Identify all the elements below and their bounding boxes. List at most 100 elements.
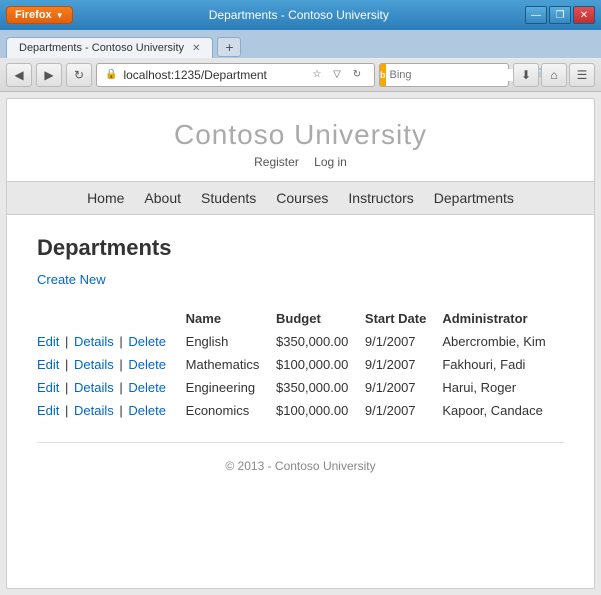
dept-admin-cell: Fakhouri, Fadi bbox=[442, 353, 564, 376]
dept-budget-cell: $100,000.00 bbox=[276, 353, 365, 376]
edit-link[interactable]: Edit bbox=[37, 403, 59, 418]
reload-icon[interactable]: ↻ bbox=[348, 66, 366, 84]
col-actions bbox=[37, 307, 186, 330]
dept-startdate-cell: 9/1/2007 bbox=[365, 353, 442, 376]
dept-budget-cell: $100,000.00 bbox=[276, 399, 365, 422]
register-link[interactable]: Register bbox=[254, 155, 299, 169]
edit-link[interactable]: Edit bbox=[37, 357, 59, 372]
details-link[interactable]: Details bbox=[74, 380, 114, 395]
separator: | bbox=[61, 357, 72, 372]
dept-startdate-cell: 9/1/2007 bbox=[365, 330, 442, 353]
separator: | bbox=[116, 334, 127, 349]
dept-admin-cell: Abercrombie, Kim bbox=[442, 330, 564, 353]
separator: | bbox=[61, 334, 72, 349]
action-cell: Edit | Details | Delete bbox=[37, 399, 186, 422]
edit-link[interactable]: Edit bbox=[37, 334, 59, 349]
new-tab-button[interactable]: + bbox=[217, 37, 241, 57]
separator: | bbox=[61, 403, 72, 418]
back-button[interactable]: ◀ bbox=[6, 63, 32, 87]
dept-name-cell: English bbox=[186, 330, 276, 353]
table-row: Edit | Details | DeleteEnglish$350,000.0… bbox=[37, 330, 564, 353]
table-row: Edit | Details | DeleteMathematics$100,0… bbox=[37, 353, 564, 376]
dept-budget-cell: $350,000.00 bbox=[276, 376, 365, 399]
page-footer: © 2013 - Contoso University bbox=[37, 442, 564, 485]
refresh-button[interactable]: ↻ bbox=[66, 63, 92, 87]
nav-students[interactable]: Students bbox=[201, 190, 256, 206]
browser-window: Firefox Departments - Contoso University… bbox=[0, 0, 601, 595]
university-title: Contoso University bbox=[7, 119, 594, 151]
delete-link[interactable]: Delete bbox=[128, 403, 166, 418]
nav-departments[interactable]: Departments bbox=[434, 190, 514, 206]
table-header-row: Name Budget Start Date Administrator bbox=[37, 307, 564, 330]
delete-link[interactable]: Delete bbox=[128, 334, 166, 349]
dept-budget-cell: $350,000.00 bbox=[276, 330, 365, 353]
download-button[interactable]: ⬇ bbox=[513, 63, 539, 87]
dept-name-cell: Economics bbox=[186, 399, 276, 422]
address-actions: ☆ ▽ ↻ bbox=[308, 66, 366, 84]
restore-button[interactable]: ❐ bbox=[549, 6, 571, 24]
dept-name-cell: Engineering bbox=[186, 376, 276, 399]
dept-startdate-cell: 9/1/2007 bbox=[365, 376, 442, 399]
login-link[interactable]: Log in bbox=[314, 155, 347, 169]
details-link[interactable]: Details bbox=[74, 334, 114, 349]
address-text: localhost:1235/Department bbox=[123, 68, 302, 82]
delete-link[interactable]: Delete bbox=[128, 357, 166, 372]
nav-about[interactable]: About bbox=[144, 190, 181, 206]
separator: | bbox=[61, 380, 72, 395]
page-title: Departments bbox=[37, 235, 564, 261]
details-link[interactable]: Details bbox=[74, 403, 114, 418]
tab-label: Departments - Contoso University bbox=[19, 42, 184, 54]
action-cell: Edit | Details | Delete bbox=[37, 376, 186, 399]
nav-right-buttons: ⬇ ⌂ ☰ bbox=[513, 63, 595, 87]
nav-home[interactable]: Home bbox=[87, 190, 124, 206]
page-content: Contoso University Register Log in Home … bbox=[6, 98, 595, 589]
nav-courses[interactable]: Courses bbox=[276, 190, 328, 206]
titlebar: Firefox Departments - Contoso University… bbox=[0, 0, 601, 30]
col-name: Name bbox=[186, 307, 276, 330]
close-button[interactable]: ✕ bbox=[573, 6, 595, 24]
nav-container: Home About Students Courses Instructors … bbox=[7, 181, 594, 215]
col-budget: Budget bbox=[276, 307, 365, 330]
separator: | bbox=[116, 403, 127, 418]
table-row: Edit | Details | DeleteEconomics$100,000… bbox=[37, 399, 564, 422]
window-title: Departments - Contoso University bbox=[79, 8, 519, 22]
address-bar[interactable]: 🔒 localhost:1235/Department ☆ ▽ ↻ bbox=[96, 63, 375, 87]
bookmark-icon[interactable]: ☆ bbox=[308, 66, 326, 84]
details-link[interactable]: Details bbox=[74, 357, 114, 372]
bookmark-down-icon[interactable]: ▽ bbox=[328, 66, 346, 84]
navigation-bar: ◀ ▶ ↻ 🔒 localhost:1235/Department ☆ ▽ ↻ … bbox=[0, 58, 601, 92]
tabbar: Departments - Contoso University ✕ + bbox=[0, 30, 601, 58]
search-bar[interactable]: Register b 🔍 bbox=[379, 63, 509, 87]
menu-button[interactable]: ☰ bbox=[569, 63, 595, 87]
window-controls: — ❐ ✕ bbox=[525, 6, 595, 24]
edit-link[interactable]: Edit bbox=[37, 380, 59, 395]
forward-button[interactable]: ▶ bbox=[36, 63, 62, 87]
separator: | bbox=[116, 357, 127, 372]
action-cell: Edit | Details | Delete bbox=[37, 330, 186, 353]
dept-startdate-cell: 9/1/2007 bbox=[365, 399, 442, 422]
dept-admin-cell: Harui, Roger bbox=[442, 376, 564, 399]
auth-links: Register Log in bbox=[7, 155, 594, 169]
active-tab[interactable]: Departments - Contoso University ✕ bbox=[6, 37, 213, 58]
content-area: Contoso University Register Log in Home … bbox=[0, 92, 601, 595]
lock-icon: 🔒 bbox=[105, 69, 117, 80]
col-administrator: Administrator bbox=[442, 307, 564, 330]
delete-link[interactable]: Delete bbox=[128, 380, 166, 395]
table-row: Edit | Details | DeleteEngineering$350,0… bbox=[37, 376, 564, 399]
firefox-label: Firefox bbox=[15, 9, 52, 21]
col-startdate: Start Date bbox=[365, 307, 442, 330]
page-body: Departments Create New Name Budget Start… bbox=[7, 215, 594, 505]
departments-table: Name Budget Start Date Administrator Edi… bbox=[37, 307, 564, 422]
firefox-menu-button[interactable]: Firefox bbox=[6, 6, 73, 24]
dept-admin-cell: Kapoor, Candace bbox=[442, 399, 564, 422]
nav-instructors[interactable]: Instructors bbox=[348, 190, 413, 206]
home-button[interactable]: ⌂ bbox=[541, 63, 567, 87]
action-cell: Edit | Details | Delete bbox=[37, 353, 186, 376]
minimize-button[interactable]: — bbox=[525, 6, 547, 24]
dept-name-cell: Mathematics bbox=[186, 353, 276, 376]
separator: | bbox=[116, 380, 127, 395]
tab-close-icon[interactable]: ✕ bbox=[192, 43, 200, 54]
main-navigation: Home About Students Courses Instructors … bbox=[7, 181, 594, 215]
university-header: Contoso University Register Log in bbox=[7, 99, 594, 181]
create-new-link[interactable]: Create New bbox=[37, 272, 106, 287]
